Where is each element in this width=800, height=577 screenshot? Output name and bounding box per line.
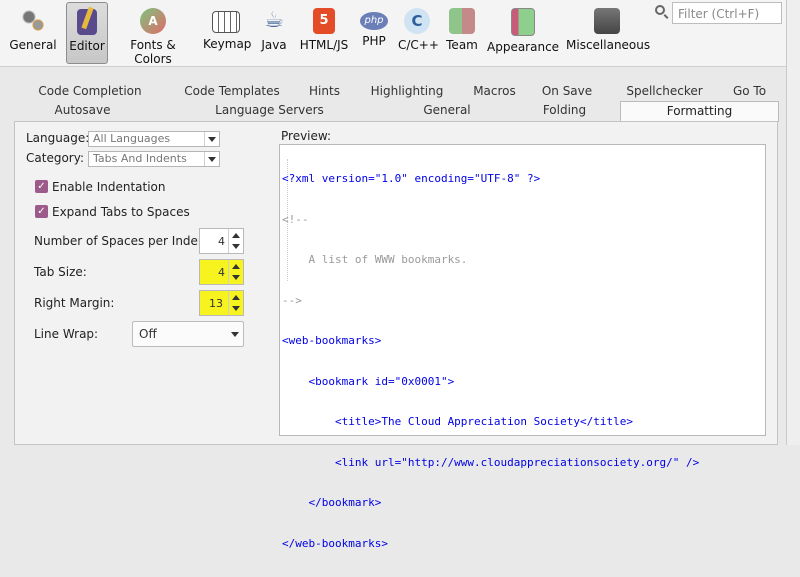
toolbar-label: Team [446,38,478,52]
toolbar-label: C/C++ [398,38,439,52]
tab-spellchecker[interactable]: Spellchecker [617,82,712,102]
toolbar-label: Miscellaneous [566,38,651,52]
language-combo[interactable]: All Languages [88,131,220,147]
spaces-per-indent-value: 4 [218,235,225,248]
preview-label: Preview: [281,129,332,143]
category-value: Tabs And Indents [93,152,187,165]
spaces-per-indent-label: Number of Spaces per Indent: [34,234,215,248]
tab-size-value: 4 [218,266,225,279]
appearance-icon [511,8,535,36]
tab-macros[interactable]: Macros [467,82,522,102]
code-line: <web-bookmarks> [282,334,382,347]
line-wrap-value: Off [139,327,157,341]
php-icon: php [360,12,388,30]
toolbar-general-button[interactable]: General [8,2,58,62]
chevron-down-icon [204,152,219,166]
options-toolbar: General Editor A Fonts & Colors Keymap ☕… [0,0,800,67]
preview-code: <?xml version="1.0" encoding="UTF-8" ?> … [282,145,761,577]
toolbar-php-button[interactable]: php PHP [358,2,390,62]
tab-code-templates[interactable]: Code Templates [177,82,287,102]
toolbar-appearance-button[interactable]: Appearance [487,2,559,62]
toolbar-keymap-button[interactable]: Keymap [203,2,252,62]
right-margin-spinner[interactable]: 132 [199,290,244,316]
tab-autosave[interactable]: Autosave [45,101,120,121]
spinner-buttons[interactable] [228,260,243,284]
right-margin-value: 132 [209,297,223,310]
code-line: </bookmark> [282,496,382,509]
code-line: </web-bookmarks> [282,536,388,550]
right-scroll-strip [786,0,800,445]
code-line: <title>The Cloud Appreciation Society</t… [282,415,633,428]
java-cup-icon: ☕ [264,8,284,33]
editor-pencil-icon [77,6,97,35]
spinner-buttons[interactable] [228,229,243,253]
tab-code-completion[interactable]: Code Completion [35,82,145,102]
keyboard-icon [212,11,240,33]
tab-on-save[interactable]: On Save [537,82,597,102]
toolbar-miscellaneous-button[interactable]: Miscellaneous [566,2,651,62]
toolbar-team-button[interactable]: Team [444,2,480,62]
toolbar-label: HTML/JS [299,38,349,52]
category-label: Category: [26,151,84,165]
misc-icon [594,8,620,34]
toolbar-label: Fonts & Colors [130,38,176,66]
code-line: <bookmark id="0x0001"> [282,374,455,388]
enable-indentation-checkbox[interactable]: ✓ [35,180,48,193]
search-icon [655,5,665,15]
category-combo[interactable]: Tabs And Indents [88,151,220,167]
tab-formatting[interactable]: Formatting [620,101,779,122]
tab-general[interactable]: General [417,101,477,121]
tabs-row-1: Code Completion Code Templates Hints Hig… [7,82,779,102]
cpp-icon: C [404,8,430,34]
chevron-down-icon [204,132,219,146]
code-line: <link url="http://www.cloudappreciations… [282,455,700,469]
toolbar-label: Java [261,38,287,52]
chevron-down-icon [231,332,239,337]
html5-icon: 5 [313,8,335,34]
toolbar-label: General [9,38,57,52]
toolbar-cpp-button[interactable]: C C/C++ [398,2,439,62]
preview-code-area[interactable]: <?xml version="1.0" encoding="UTF-8" ?> … [279,144,766,550]
toolbar-label: Keymap [203,37,252,51]
toolbar-fonts-colors-button[interactable]: A Fonts & Colors [112,2,194,66]
toolbar-label: Editor [69,39,105,53]
code-line: <?xml version="1.0" encoding="UTF-8" ?> [282,172,541,185]
toolbar-java-button[interactable]: ☕ Java [259,2,289,62]
tab-size-spinner[interactable]: 4 [199,259,244,285]
tab-size-label: Tab Size: [34,265,87,279]
tab-folding[interactable]: Folding [537,101,592,121]
tab-hints[interactable]: Hints [302,82,347,102]
expand-tabs-label: Expand Tabs to Spaces [52,205,190,219]
line-wrap-dropdown[interactable]: Off [132,321,244,347]
expand-tabs-checkbox[interactable]: ✓ [35,205,48,218]
tab-highlighting[interactable]: Highlighting [367,82,447,102]
code-line: A list of WWW bookmarks. [282,253,468,266]
code-line: --> [282,293,302,307]
toolbar-editor-button[interactable]: Editor [66,2,108,64]
team-cubes-icon [449,8,475,34]
toolbar-label: Appearance [487,40,560,54]
enable-indentation-label: Enable Indentation [52,180,166,194]
language-label: Language: [26,131,90,145]
toolbar-htmljs-button[interactable]: 5 HTML/JS [298,2,350,62]
tab-language-servers[interactable]: Language Servers [212,101,327,121]
right-margin-label: Right Margin: [34,296,115,310]
fonts-colors-icon: A [140,8,166,34]
spaces-per-indent-spinner[interactable]: 4 [199,228,244,254]
tabs-row-2: Autosave Language Servers General Foldin… [7,101,779,122]
filter-search-input[interactable]: Filter (Ctrl+F) [672,2,782,24]
tab-go-to[interactable]: Go To [727,82,772,102]
code-line: <!-- [282,212,309,226]
line-wrap-label: Line Wrap: [34,327,99,341]
gears-icon [20,8,46,34]
language-value: All Languages [93,132,171,145]
toolbar-label: PHP [362,34,386,48]
spinner-buttons[interactable] [228,291,243,315]
